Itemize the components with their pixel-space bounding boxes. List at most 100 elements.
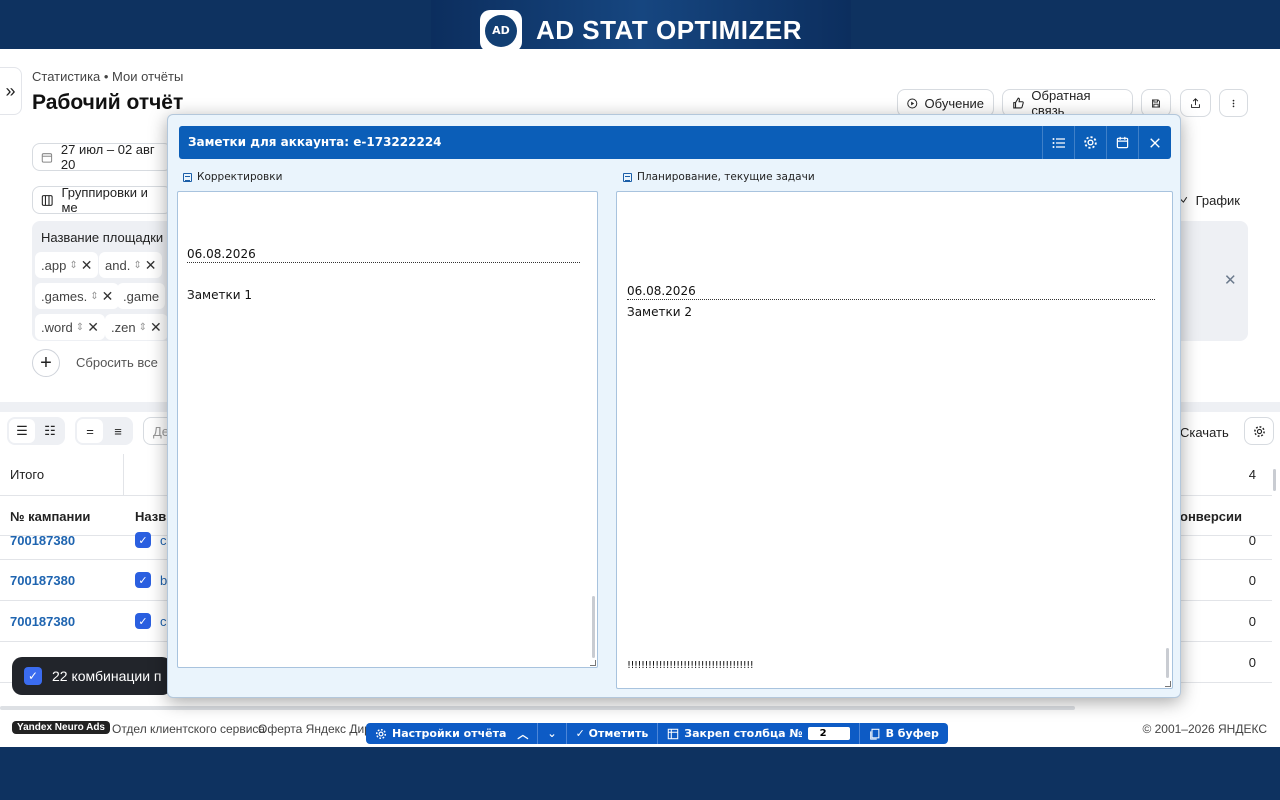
totals-label: Итого — [10, 467, 45, 482]
table-icon — [668, 728, 679, 739]
pin-column-input[interactable]: 2 — [807, 727, 850, 740]
adjustments-textarea[interactable]: 06.08.2026 Заметки 1 — [177, 191, 598, 668]
thumbs-up-icon — [1013, 97, 1024, 108]
gear-icon — [1253, 425, 1265, 437]
comfortable-icon[interactable]: ≡ — [105, 419, 131, 443]
modal-settings-button[interactable] — [1074, 126, 1106, 159]
selection-checkbox[interactable]: ✓ — [24, 667, 42, 685]
table-settings-button[interactable] — [1244, 417, 1274, 445]
vertical-scrollbar[interactable] — [1273, 469, 1276, 491]
row-checkbox[interactable]: ✓ — [135, 532, 151, 548]
remove-icon[interactable]: ✕ — [102, 288, 114, 305]
reset-all-link[interactable]: Сбросить все — [76, 355, 158, 370]
calendar-icon — [41, 152, 53, 163]
filter-tag[interactable]: .app ⇕ ✕ — [35, 252, 99, 278]
filter-tag[interactable]: .game — [117, 283, 166, 309]
banner-title: AD STAT OPTIMIZER — [535, 15, 803, 45]
adjustments-label: Корректировки — [183, 171, 282, 183]
save-icon — [1152, 99, 1160, 107]
sort-icon: ⇕ — [69, 259, 78, 271]
list-icon — [1052, 137, 1065, 148]
name-column-header[interactable]: Назв — [135, 509, 166, 524]
filter-tag[interactable]: .games. ⇕ ✕ — [35, 283, 120, 309]
remove-icon[interactable]: ✕ — [81, 257, 93, 274]
list-button[interactable] — [1042, 126, 1074, 159]
remove-icon[interactable]: ✕ — [150, 319, 162, 336]
close-icon — [1149, 137, 1160, 148]
clear-filter-icon[interactable]: ✕ — [1224, 271, 1237, 289]
totals-value: 4 — [1248, 467, 1256, 482]
date-range-picker[interactable]: 27 июл – 02 авг 20 — [32, 142, 172, 172]
textarea-scrollbar[interactable] — [592, 596, 595, 658]
campaign-column-header[interactable]: № кампании — [10, 509, 90, 524]
double-chevron-down-icon: ⌄ — [547, 727, 557, 740]
list-view-icon[interactable]: ☰ — [9, 419, 35, 443]
filter-tag[interactable]: .word ⇕ ✕ — [35, 314, 105, 340]
collapse-button[interactable]: ⌄ — [538, 723, 567, 744]
calendar-icon — [1116, 136, 1129, 149]
offer-link[interactable]: Оферта Яндекс Дире — [258, 722, 366, 736]
resize-handle[interactable] — [590, 660, 596, 666]
page-title: Рабочий отчёт — [32, 91, 184, 114]
remove-icon[interactable]: ✕ — [87, 319, 99, 336]
client-service-link[interactable]: Отдел клиентского сервиса — [112, 722, 265, 736]
filter-tag[interactable]: .zen ⇕ ✕ — [105, 314, 168, 340]
add-filter-button[interactable]: + — [32, 349, 60, 377]
sort-icon: ⇕ — [138, 321, 147, 333]
modal-title: Заметки для аккаунта: e-173222224 — [188, 135, 442, 149]
conversions-column-header[interactable]: онверсии — [1180, 509, 1242, 524]
sort-icon: ⇕ — [133, 259, 142, 271]
breadcrumb: Статистика • Мои отчёты — [32, 69, 184, 84]
extension-toolbar: Настройки отчёта ︿ ⌄ ✓ Отметить Закреп с… — [366, 723, 948, 744]
planning-label: Планирование, текущие задачи — [623, 171, 815, 183]
selection-bar[interactable]: ✓ 22 комбинации п — [12, 657, 172, 695]
more-button[interactable] — [1219, 89, 1248, 117]
copyright: © 2001–2026 ЯНДЕКС — [1142, 722, 1267, 736]
sort-icon: ⇕ — [90, 290, 99, 302]
sort-icon: ⇕ — [75, 321, 85, 333]
copy-to-buffer-button[interactable]: В буфер — [860, 723, 948, 744]
gear-icon — [1084, 136, 1097, 149]
filter-tag[interactable]: and. ⇕ ✕ — [99, 252, 163, 278]
row-checkbox[interactable]: ✓ — [135, 613, 151, 629]
columns-icon — [41, 194, 53, 206]
share-button[interactable] — [1180, 89, 1211, 117]
close-button[interactable] — [1138, 126, 1170, 159]
extension-banner: AD AD STAT OPTIMIZER — [431, 0, 851, 49]
textarea-scrollbar[interactable] — [1166, 648, 1169, 678]
ad-stat-logo: AD — [479, 9, 522, 49]
remove-icon[interactable]: ✕ — [145, 257, 157, 274]
play-icon — [907, 97, 918, 109]
notes-modal: Заметки для аккаунта: e-173222224 Коррек… — [167, 114, 1181, 698]
resize-handle[interactable] — [1165, 681, 1171, 687]
chevron-up-icon[interactable]: ︿ — [517, 726, 528, 742]
tree-view-icon[interactable]: ☷ — [37, 419, 63, 443]
note-icon — [183, 172, 192, 182]
more-vertical-icon — [1232, 99, 1235, 107]
bottom-strip — [0, 747, 1280, 800]
calendar-button[interactable] — [1106, 126, 1138, 159]
download-button[interactable]: Скачать — [1180, 425, 1229, 440]
sidebar-expand-button[interactable]: » — [0, 67, 22, 115]
horizontal-scrollbar[interactable] — [0, 706, 1075, 710]
modal-header: Заметки для аккаунта: e-173222224 — [179, 126, 1171, 159]
yandex-badge[interactable]: Yandex Neuro Ads — [12, 721, 110, 734]
note-icon — [623, 172, 632, 182]
planning-textarea[interactable]: 06.08.2026 Заметки 2 !!!!!!!!!!!!!!!!!!!… — [616, 191, 1173, 689]
filter-title: Название площадки — [41, 230, 164, 245]
density-toggle: = ≡ — [75, 417, 133, 445]
groupings-button[interactable]: Группировки и ме — [32, 185, 172, 215]
compact-icon[interactable]: = — [77, 419, 103, 443]
pin-column-control: Закреп столбца № 2 — [658, 723, 860, 744]
row-checkbox[interactable]: ✓ — [135, 572, 151, 588]
training-button[interactable]: Обучение — [897, 89, 994, 117]
report-settings-button[interactable]: Настройки отчёта ︿ — [366, 723, 539, 744]
copy-icon — [869, 728, 879, 740]
column-separator — [123, 454, 124, 496]
upload-icon — [1191, 97, 1200, 108]
gear-icon — [375, 728, 387, 739]
view-mode-toggle: ☰ ☷ — [7, 417, 65, 445]
feedback-button[interactable]: Обратная связь — [1002, 88, 1133, 118]
mark-button[interactable]: ✓ Отметить — [567, 723, 659, 744]
save-icon-button[interactable] — [1141, 89, 1171, 117]
